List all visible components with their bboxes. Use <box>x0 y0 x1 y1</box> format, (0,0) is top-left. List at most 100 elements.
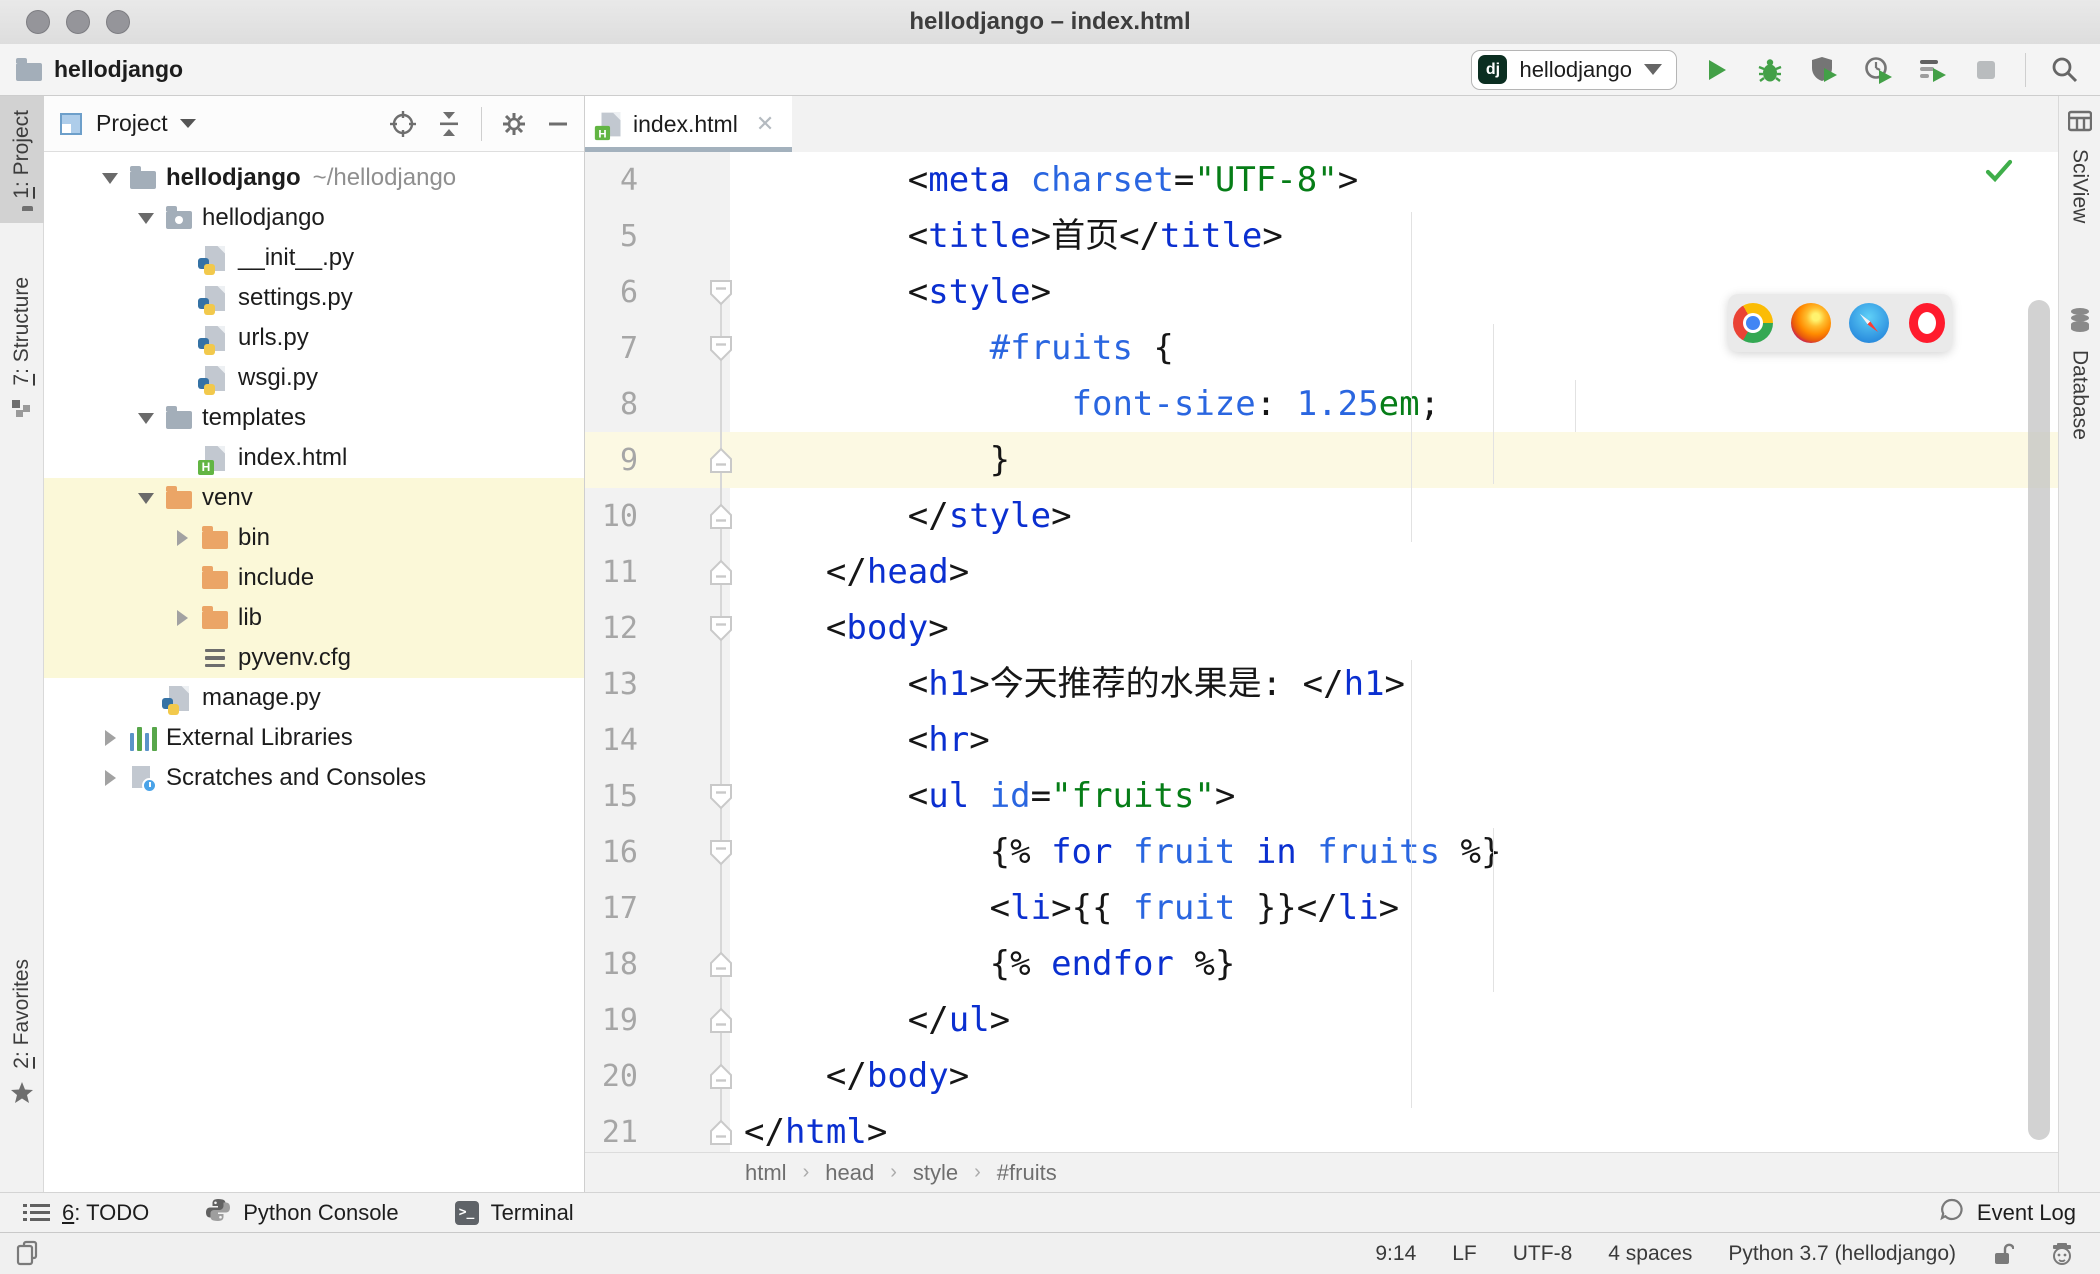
editor-gutter[interactable]: 15 <box>585 768 732 824</box>
status-python-interpreter[interactable]: Python 3.7 (hellodjango) <box>1728 1242 1956 1266</box>
line-number[interactable]: 13 <box>602 667 638 702</box>
stripe-tab-project[interactable]: 1: Project <box>0 96 44 223</box>
chevron-right-icon[interactable] <box>104 770 116 786</box>
line-number[interactable]: 4 <box>620 163 638 198</box>
search-everywhere-icon[interactable] <box>2050 55 2080 85</box>
fold-marker-end[interactable] <box>709 447 733 479</box>
debug-button[interactable] <box>1755 55 1785 85</box>
editor-gutter[interactable]: 18 <box>585 936 733 992</box>
inspection-ok-checkmark-icon[interactable] <box>1984 158 2014 184</box>
fold-marker-end[interactable] <box>709 503 733 535</box>
code-editor[interactable]: 4 <meta charset="UTF-8"> 5 <title>首页</tit… <box>585 152 2058 1152</box>
chevron-down-icon[interactable] <box>138 412 154 424</box>
line-number[interactable]: 16 <box>602 835 638 870</box>
code-line-5[interactable]: 5 <title>首页</title> <box>585 208 2058 264</box>
code-line-4[interactable]: 4 <meta charset="UTF-8"> <box>585 152 2058 208</box>
fold-marker-end[interactable] <box>709 1119 733 1151</box>
editor-gutter[interactable]: 9 <box>585 432 733 488</box>
highlighting-level-hector-icon[interactable] <box>2050 1241 2074 1267</box>
tree-item-index.html[interactable]: Hindex.html <box>44 438 584 478</box>
code-line-11[interactable]: 11 </head> <box>585 544 2058 600</box>
code-line-10[interactable]: 10 </style> <box>585 488 2058 544</box>
editor-gutter[interactable]: 16 <box>585 824 733 880</box>
line-number[interactable]: 5 <box>620 219 638 254</box>
fold-marker-start[interactable] <box>709 335 733 367</box>
line-number[interactable]: 17 <box>602 891 638 926</box>
fold-marker-end[interactable] <box>709 951 733 983</box>
chevron-down-icon[interactable] <box>102 172 118 184</box>
code-line-9[interactable]: 9 } <box>585 432 2058 488</box>
browser-firefox-icon[interactable] <box>1791 303 1831 343</box>
editor-gutter[interactable]: 14 <box>585 712 730 768</box>
minimize-window-button[interactable] <box>66 10 90 34</box>
tree-item-venv[interactable]: venv <box>44 478 584 518</box>
tree-item-scratches-and-consoles[interactable]: Scratches and Consoles <box>44 758 584 798</box>
editor-scrollbar[interactable] <box>2028 300 2050 1140</box>
line-number[interactable]: 6 <box>620 275 638 310</box>
tree-item-manage.py[interactable]: manage.py <box>44 678 584 718</box>
breadcrumb-item-html[interactable]: html <box>745 1160 787 1186</box>
tree-item-pyvenv.cfg[interactable]: pyvenv.cfg <box>44 638 584 678</box>
editor-gutter[interactable]: 11 <box>585 544 733 600</box>
fold-marker-end[interactable] <box>709 559 733 591</box>
line-number[interactable]: 15 <box>602 779 638 814</box>
tool-window-button-python-console[interactable]: Python Console <box>205 1197 399 1229</box>
zoom-window-button[interactable] <box>106 10 130 34</box>
line-number[interactable]: 14 <box>602 723 638 758</box>
code-line-14[interactable]: 14 <hr> <box>585 712 2058 768</box>
unlock-icon[interactable] <box>1992 1241 2014 1267</box>
editor-gutter[interactable]: 21 <box>585 1104 733 1152</box>
stripe-tab-sciview[interactable]: SciView <box>2058 96 2100 235</box>
fold-marker-start[interactable] <box>709 279 733 311</box>
editor-gutter[interactable]: 10 <box>585 488 733 544</box>
chevron-right-icon[interactable] <box>176 610 188 626</box>
code-line-15[interactable]: 15 <ul id="fruits"> <box>585 768 2058 824</box>
editor-tab-index-html[interactable]: H index.html ✕ <box>585 96 793 152</box>
browser-chrome-icon[interactable] <box>1733 303 1773 343</box>
tool-window-switcher-icon[interactable] <box>14 1240 42 1268</box>
run-with-settings-button[interactable] <box>1917 55 1947 85</box>
tool-window-button-terminal[interactable]: >_ Terminal <box>454 1200 574 1226</box>
chevron-down-icon[interactable] <box>138 212 154 224</box>
breadcrumb-item-head[interactable]: head <box>825 1160 874 1186</box>
line-number[interactable]: 9 <box>620 443 638 478</box>
line-number[interactable]: 7 <box>620 331 638 366</box>
fold-marker-start[interactable] <box>709 615 733 647</box>
editor-gutter[interactable]: 4 <box>585 152 730 208</box>
editor-gutter[interactable]: 20 <box>585 1048 733 1104</box>
line-number[interactable]: 20 <box>602 1059 638 1094</box>
breadcrumb-item-fruits[interactable]: #fruits <box>997 1160 1057 1186</box>
tree-item-external-libraries[interactable]: External Libraries <box>44 718 584 758</box>
gear-icon[interactable] <box>500 110 528 138</box>
status-indent-style[interactable]: 4 spaces <box>1608 1242 1692 1266</box>
line-number[interactable]: 19 <box>602 1003 638 1038</box>
line-number[interactable]: 12 <box>602 611 638 646</box>
tree-item-urls.py[interactable]: urls.py <box>44 318 584 358</box>
line-number[interactable]: 10 <box>602 499 638 534</box>
run-button[interactable] <box>1701 55 1731 85</box>
line-number[interactable]: 21 <box>602 1115 638 1150</box>
code-line-8[interactable]: 8 font-size: 1.25em; <box>585 376 2058 432</box>
project-panel-title[interactable]: Project <box>96 110 168 137</box>
editor-gutter[interactable]: 13 <box>585 656 730 712</box>
line-number[interactable]: 18 <box>602 947 638 982</box>
fold-marker-end[interactable] <box>709 1007 733 1039</box>
collapse-all-icon[interactable] <box>435 110 463 138</box>
fold-marker-end[interactable] <box>709 1063 733 1095</box>
status-caret-position[interactable]: 9:14 <box>1375 1242 1416 1266</box>
fold-marker-start[interactable] <box>709 839 733 871</box>
tree-item-templates[interactable]: templates <box>44 398 584 438</box>
hide-panel-icon[interactable] <box>546 110 570 138</box>
navigation-bar-project[interactable]: hellodjango <box>54 56 183 83</box>
tree-item-wsgi.py[interactable]: wsgi.py <box>44 358 584 398</box>
profiler-button[interactable] <box>1863 55 1893 85</box>
run-with-coverage-button[interactable] <box>1809 55 1839 85</box>
tree-item---init--.py[interactable]: __init__.py <box>44 238 584 278</box>
code-line-18[interactable]: 18 {% endfor %} <box>585 936 2058 992</box>
stripe-tab-structure[interactable]: 7: Structure <box>0 263 44 437</box>
editor-gutter[interactable]: 17 <box>585 880 730 936</box>
editor-gutter[interactable]: 7 <box>585 320 733 376</box>
tree-item-hellodjango[interactable]: hellodjango ~/hellodjango <box>44 158 584 198</box>
code-line-12[interactable]: 12 <body> <box>585 600 2058 656</box>
chevron-down-icon[interactable] <box>138 492 154 504</box>
